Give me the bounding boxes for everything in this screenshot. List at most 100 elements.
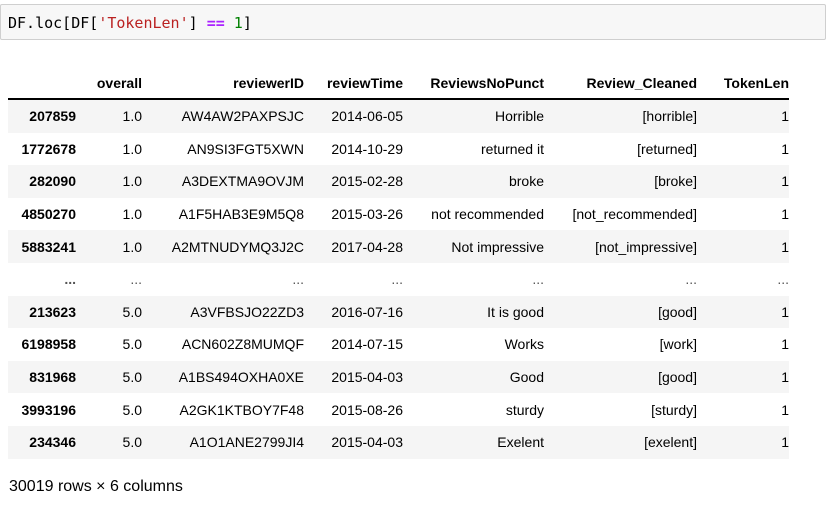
cell-reviewsnopunct: returned it (480, 140, 544, 157)
table-row: 1772678 1.0 AN9SI3FGT5XWN 2014-10-29 returne… (8, 133, 789, 166)
cell-reviewtime: 2015-08-26 (331, 401, 403, 418)
cell-review-cleaned: [not_recommended] (572, 206, 697, 223)
cell-reviewerid: A1O1ANE2799JI4 (189, 434, 304, 451)
cell-tokenlen: 1 (781, 434, 789, 451)
table-row: ..................... (8, 263, 789, 296)
cell-tokenlen: 1 (781, 108, 789, 125)
code-line: DF.loc[DF['TokenLen'] == 1] (8, 13, 252, 33)
code-suffix: ] (242, 14, 252, 32)
row-index: 5883241 (21, 238, 76, 255)
cell-review-cleaned: [not_impressive] (595, 238, 697, 255)
column-header-tokenlen: TokenLen (697, 67, 789, 100)
cell-tokenlen: 1 (781, 303, 789, 320)
cell-reviewerid: A2GK1KTBOY7F48 (179, 401, 304, 418)
cell-reviewtime: 2015-03-26 (331, 206, 403, 223)
row-index: 282090 (29, 173, 76, 190)
row-index: 831968 (29, 369, 76, 386)
cell-reviewsnopunct: Not impressive (451, 238, 544, 255)
cell-reviewtime: 2016-07-16 (331, 303, 403, 320)
cell-overall: 5.0 (122, 401, 142, 418)
cell-overall: 5.0 (122, 369, 142, 386)
cell-tokenlen: 1 (781, 336, 789, 353)
cell-review-cleaned: ... (685, 271, 697, 288)
cell-tokenlen: 1 (781, 238, 789, 255)
code-number-literal: 1 (233, 14, 243, 32)
cell-reviewsnopunct: Exelent (497, 434, 544, 451)
index-column-header (8, 67, 76, 100)
cell-overall: 1.0 (122, 173, 142, 190)
cell-reviewsnopunct: Horrible (494, 108, 544, 125)
cell-review-cleaned: [sturdy] (651, 401, 697, 418)
cell-reviewtime: ... (391, 271, 403, 288)
table-row: 6198958 5.0 ACN602Z8MUMQF 2014-07-15 Works [w… (8, 328, 789, 361)
cell-review-cleaned: [returned] (637, 140, 697, 157)
cell-reviewsnopunct: Good (509, 369, 544, 386)
table-row: 207859 1.0 AW4AW2PAXPSJC 2014-06-05 Horrible… (8, 99, 789, 133)
cell-reviewtime: 2015-04-03 (331, 369, 403, 386)
cell-review-cleaned: [good] (658, 303, 697, 320)
dataframe-shape-summary: 30019 rows × 6 columns (9, 478, 183, 495)
cell-overall: 5.0 (122, 434, 142, 451)
code-prefix: DF.loc[DF[ (8, 14, 99, 32)
row-index: 3993196 (21, 401, 76, 418)
cell-reviewsnopunct: not recommended (431, 206, 544, 223)
code-input-cell[interactable]: DF.loc[DF['TokenLen'] == 1] (0, 4, 826, 40)
cell-reviewerid: AN9SI3FGT5XWN (187, 140, 304, 157)
cell-tokenlen: 1 (781, 140, 789, 157)
table-row: 5883241 1.0 A2MTNUDYMQ3J2C 2017-04-28 Not im… (8, 230, 789, 263)
cell-overall: 1.0 (122, 140, 142, 157)
cell-reviewsnopunct: ... (532, 271, 544, 288)
row-index: 207859 (29, 108, 76, 125)
table-row: 831968 5.0 A1BS494OXHA0XE 2015-04-03 Good [go… (8, 360, 789, 394)
column-header-review-cleaned: Review_Cleaned (544, 67, 697, 100)
table-header-row: overall reviewerID reviewTime ReviewsNoP… (8, 67, 789, 100)
table-row: 234346 5.0 A1O1ANE2799JI4 2015-04-03 Exelent… (8, 425, 789, 459)
column-header-reviewtime: reviewTime (304, 67, 403, 100)
cell-reviewerid: A3VFBSJO22ZD3 (190, 303, 304, 320)
code-operator: == (206, 14, 225, 32)
cell-reviewtime: 2017-04-28 (331, 238, 403, 255)
row-index: ... (64, 271, 76, 288)
table-row: 282090 1.0 A3DEXTMA9OVJM 2015-02-28 broke [br… (8, 165, 789, 198)
code-middle: ] (188, 14, 207, 32)
cell-reviewtime: 2014-06-05 (331, 108, 403, 125)
column-header-overall: overall (76, 67, 142, 100)
row-index: 6198958 (21, 336, 76, 353)
cell-reviewerid: ACN602Z8MUMQF (181, 336, 304, 353)
cell-reviewerid: ... (292, 271, 304, 288)
cell-reviewerid: A2MTNUDYMQ3J2C (171, 238, 304, 255)
cell-tokenlen: 1 (781, 401, 789, 418)
table-row: 4850270 1.0 A1F5HAB3E9M5Q8 2015-03-26 not re… (8, 198, 789, 231)
cell-tokenlen: 1 (781, 173, 789, 190)
row-index: 213623 (29, 303, 76, 320)
cell-reviewtime: 2015-02-28 (331, 173, 403, 190)
cell-overall: 1.0 (122, 108, 142, 125)
cell-tokenlen: 1 (781, 206, 789, 223)
cell-review-cleaned: [exelent] (644, 434, 697, 451)
cell-review-cleaned: [work] (659, 336, 697, 353)
code-string-literal: 'TokenLen' (98, 14, 189, 32)
cell-tokenlen: 1 (781, 369, 789, 386)
cell-reviewtime: 2015-04-03 (331, 434, 403, 451)
row-index: 1772678 (21, 140, 76, 157)
cell-review-cleaned: [good] (658, 369, 697, 386)
cell-overall: 1.0 (122, 206, 142, 223)
cell-reviewtime: 2014-07-15 (331, 336, 403, 353)
column-header-reviewsnopunct: ReviewsNoPunct (403, 67, 544, 100)
cell-review-cleaned: [broke] (654, 173, 697, 190)
cell-review-cleaned: [horrible] (642, 108, 697, 125)
cell-reviewsnopunct: broke (508, 173, 544, 190)
cell-reviewtime: 2014-10-29 (331, 140, 403, 157)
cell-reviewsnopunct: sturdy (505, 401, 544, 418)
cell-reviewsnopunct: Works (504, 336, 544, 353)
cell-overall: ... (130, 271, 142, 288)
cell-reviewerid: A1BS494OXHA0XE (178, 369, 304, 386)
table-row: 213623 5.0 A3VFBSJO22ZD3 2016-07-16 It is go… (8, 295, 789, 329)
row-index: 4850270 (21, 206, 76, 223)
cell-reviewsnopunct: It is good (487, 303, 544, 320)
dataframe-table: overall reviewerID reviewTime ReviewsNoP… (8, 67, 789, 459)
column-header-reviewerid: reviewerID (142, 67, 304, 100)
table-row: 3993196 5.0 A2GK1KTBOY7F48 2015-08-26 sturdy… (8, 393, 789, 426)
row-index: 234346 (29, 434, 76, 451)
